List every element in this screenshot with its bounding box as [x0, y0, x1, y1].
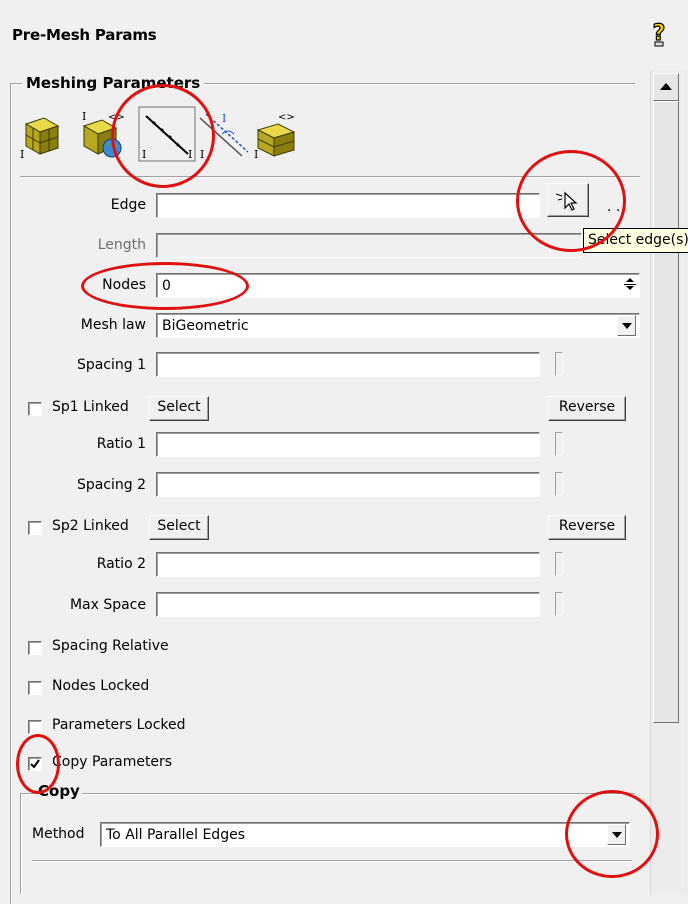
svg-text:<>: <> [278, 112, 295, 123]
ratio1-label: Ratio 1 [96, 436, 146, 452]
max-space-input[interactable] [156, 592, 540, 617]
sp1-reverse-button[interactable]: Reverse [548, 396, 626, 421]
ratio1-input[interactable] [156, 432, 540, 457]
sp2-linked-label: Sp2 Linked [52, 518, 129, 534]
max-space-label: Max Space [69, 597, 146, 613]
spacing1-label: Spacing 1 [76, 357, 146, 373]
annotation-oval-select [516, 150, 626, 252]
sp2-select-button[interactable]: Select [149, 515, 209, 540]
annotation-oval-toolbar [111, 84, 215, 188]
spacing2-input[interactable] [156, 472, 540, 497]
sp1-select-button[interactable]: Select [149, 396, 209, 421]
sp2-linked-checkbox[interactable] [28, 521, 42, 535]
max-space-indicator [555, 592, 563, 616]
spacing2-indicator [555, 472, 563, 496]
spacing2-label: Spacing 2 [76, 477, 146, 493]
annotation-oval-copy-checkbox [16, 734, 60, 794]
blocks-icon[interactable]: I [18, 110, 62, 160]
copy-separator [32, 860, 632, 862]
mesh-law-label: Mesh law [80, 317, 146, 333]
edge-label: Edge [110, 197, 146, 213]
ratio2-input[interactable] [156, 552, 540, 577]
copy-method-select[interactable]: To All Parallel Edges [100, 822, 630, 847]
svg-text:I: I [222, 112, 226, 125]
svg-text:I: I [82, 110, 86, 123]
mesh-law-dropdown-icon[interactable] [617, 315, 636, 336]
method-label: Method [32, 826, 85, 842]
edge-input[interactable] [156, 193, 540, 218]
ratio2-indicator [555, 552, 563, 576]
scrollbar-thumb[interactable] [653, 101, 679, 723]
mesh-law-select[interactable]: BiGeometric [156, 313, 640, 338]
block-dims-icon[interactable]: <> I [252, 110, 298, 160]
length-input [156, 233, 582, 258]
scroll-up-arrow-icon[interactable] [653, 73, 679, 101]
annotation-oval-method-dropdown [565, 790, 659, 878]
sp1-linked-label: Sp1 Linked [52, 399, 129, 415]
sp1-linked-checkbox[interactable] [28, 402, 42, 416]
nodes-locked-checkbox[interactable] [28, 681, 42, 695]
ratio2-label: Ratio 2 [96, 556, 146, 572]
question-mark-icon[interactable]: ? [648, 20, 670, 48]
svg-text:I: I [254, 148, 258, 160]
sp2-reverse-button[interactable]: Reverse [548, 515, 626, 540]
copy-parameters-label: Copy Parameters [52, 754, 173, 770]
nodes-spin-icon[interactable] [622, 275, 638, 296]
length-label: Length [97, 237, 146, 253]
spacing1-indicator [555, 352, 563, 376]
ratio1-indicator [555, 432, 563, 456]
spacing-relative-label: Spacing Relative [52, 638, 169, 654]
parameters-locked-label: Parameters Locked [52, 717, 186, 733]
panel-title: Pre-Mesh Params [12, 26, 157, 44]
annotation-oval-nodes [81, 262, 249, 310]
spacing-relative-checkbox[interactable] [28, 641, 42, 655]
spacing1-input[interactable] [156, 352, 540, 377]
parameters-locked-checkbox[interactable] [28, 720, 42, 734]
svg-text:I: I [20, 148, 24, 160]
nodes-locked-label: Nodes Locked [52, 678, 150, 694]
